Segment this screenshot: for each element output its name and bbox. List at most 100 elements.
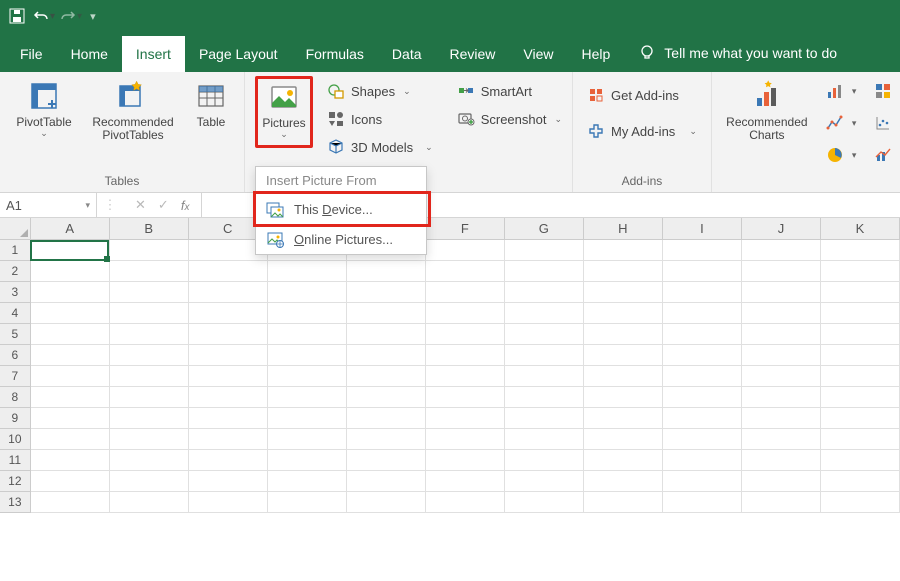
cell[interactable] [663, 240, 742, 261]
cell[interactable] [426, 408, 505, 429]
cell[interactable] [584, 450, 663, 471]
cell[interactable] [663, 303, 742, 324]
cell[interactable] [584, 387, 663, 408]
cell[interactable] [663, 471, 742, 492]
cell[interactable] [426, 471, 505, 492]
chart-line-button[interactable]: ▾ [822, 112, 861, 134]
cell[interactable] [189, 303, 268, 324]
cell[interactable] [31, 408, 110, 429]
cell[interactable] [426, 450, 505, 471]
cell[interactable] [189, 492, 268, 513]
cell[interactable] [268, 429, 347, 450]
col-header[interactable]: J [742, 218, 821, 240]
cell[interactable] [505, 408, 584, 429]
tab-view[interactable]: View [509, 36, 567, 72]
cell[interactable] [31, 429, 110, 450]
row-header[interactable]: 2 [0, 261, 31, 282]
cell[interactable] [268, 282, 347, 303]
row-header[interactable]: 1 [0, 240, 31, 261]
screenshot-button[interactable]: Screenshot⌄ [453, 108, 566, 130]
cell[interactable] [505, 471, 584, 492]
row-header[interactable]: 9 [0, 408, 31, 429]
cell[interactable] [505, 450, 584, 471]
get-addins-button[interactable]: Get Add-ins [583, 84, 701, 106]
cell[interactable] [347, 471, 426, 492]
cell[interactable] [821, 240, 900, 261]
cell[interactable] [31, 261, 110, 282]
cell[interactable] [268, 303, 347, 324]
cell[interactable] [189, 324, 268, 345]
cell[interactable] [663, 387, 742, 408]
cell[interactable] [110, 408, 189, 429]
cell[interactable] [110, 282, 189, 303]
cell[interactable] [584, 492, 663, 513]
row-header[interactable]: 8 [0, 387, 31, 408]
cell[interactable] [584, 408, 663, 429]
cell[interactable] [268, 450, 347, 471]
cell[interactable] [663, 429, 742, 450]
cell[interactable] [426, 261, 505, 282]
cell[interactable] [663, 450, 742, 471]
cell[interactable] [505, 282, 584, 303]
cell[interactable] [31, 345, 110, 366]
tab-insert[interactable]: Insert [122, 36, 185, 72]
cell[interactable] [268, 324, 347, 345]
cell[interactable] [821, 282, 900, 303]
cell[interactable] [189, 345, 268, 366]
chart-combo-button[interactable]: ▾ [870, 144, 900, 166]
shapes-button[interactable]: Shapes⌄ [323, 80, 437, 102]
chart-bar-button[interactable]: ▾ [822, 80, 861, 102]
cell[interactable] [505, 492, 584, 513]
row-header[interactable]: 6 [0, 345, 31, 366]
cell[interactable] [426, 366, 505, 387]
cell[interactable] [426, 387, 505, 408]
cell[interactable] [426, 240, 505, 261]
row-header[interactable]: 5 [0, 324, 31, 345]
cell[interactable] [742, 492, 821, 513]
cell[interactable] [584, 261, 663, 282]
name-box[interactable]: A1 ▾ [0, 193, 97, 217]
this-device-item[interactable]: This Device... [256, 194, 426, 224]
cell[interactable] [663, 492, 742, 513]
col-header[interactable]: I [663, 218, 742, 240]
cell[interactable] [821, 303, 900, 324]
cell[interactable] [189, 471, 268, 492]
cell[interactable] [189, 450, 268, 471]
cell[interactable] [821, 450, 900, 471]
smartart-button[interactable]: SmartArt [453, 80, 566, 102]
tab-page-layout[interactable]: Page Layout [185, 36, 292, 72]
tell-me[interactable]: Tell me what you want to do [624, 44, 851, 72]
chart-scatter-button[interactable]: ▾ [870, 112, 900, 134]
cell[interactable] [426, 282, 505, 303]
cell[interactable] [584, 429, 663, 450]
cell[interactable] [663, 345, 742, 366]
cell[interactable] [426, 429, 505, 450]
cell[interactable] [821, 345, 900, 366]
name-box-chevron-icon[interactable]: ▾ [85, 200, 90, 211]
3d-models-button[interactable]: 3D Models⌄ [323, 136, 437, 158]
cell[interactable] [663, 261, 742, 282]
cell[interactable] [347, 261, 426, 282]
row-header[interactable]: 13 [0, 492, 31, 513]
cell[interactable] [505, 324, 584, 345]
cell[interactable] [742, 282, 821, 303]
cell[interactable] [426, 324, 505, 345]
cell[interactable] [189, 387, 268, 408]
cell[interactable] [742, 324, 821, 345]
cell[interactable] [268, 408, 347, 429]
cell[interactable] [110, 324, 189, 345]
cell[interactable] [31, 303, 110, 324]
icons-button[interactable]: Icons [323, 108, 437, 130]
undo-icon[interactable] [30, 5, 52, 27]
cell[interactable] [31, 471, 110, 492]
cell[interactable] [347, 387, 426, 408]
table-button[interactable]: Table [188, 76, 234, 144]
col-header[interactable]: H [584, 218, 663, 240]
cell[interactable] [347, 345, 426, 366]
cell[interactable] [31, 282, 110, 303]
cell[interactable] [742, 450, 821, 471]
cell[interactable] [268, 366, 347, 387]
tab-home[interactable]: Home [57, 36, 122, 72]
tab-formulas[interactable]: Formulas [292, 36, 378, 72]
cell[interactable] [584, 471, 663, 492]
